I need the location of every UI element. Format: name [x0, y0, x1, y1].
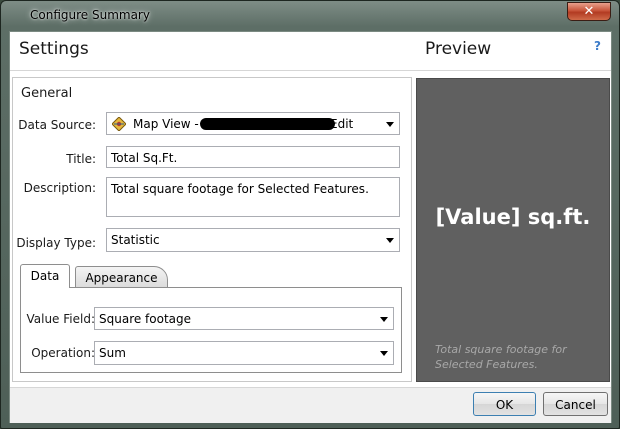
- window-title: Configure Summary: [30, 8, 150, 22]
- description-value: Total square footage for Selected Featur…: [111, 182, 369, 196]
- operation-value: Sum: [99, 346, 126, 360]
- display-type-label: Display Type:: [16, 236, 96, 250]
- cancel-button[interactable]: Cancel: [543, 392, 608, 416]
- data-source-dropdown[interactable]: Map View - Edit: [106, 112, 400, 135]
- title-label: Title:: [66, 152, 96, 166]
- close-icon: ✕: [583, 4, 595, 19]
- preview-value: [Value] sq.ft.: [435, 205, 591, 229]
- data-tab-panel: Value Field: Square footage Operation: S…: [20, 287, 402, 373]
- title-bar[interactable]: Configure Summary ✕: [1, 1, 619, 31]
- preview-description: Total square footage for Selected Featur…: [435, 343, 567, 371]
- tab-appearance[interactable]: Appearance: [75, 266, 168, 288]
- settings-panel: General Data Source: Map View - Edit Tit…: [12, 77, 412, 382]
- ok-button[interactable]: OK: [473, 392, 536, 416]
- display-type-dropdown[interactable]: Statistic: [106, 228, 400, 252]
- chevron-down-icon: [386, 238, 394, 243]
- tab-appearance-label: Appearance: [85, 271, 158, 285]
- close-button[interactable]: ✕: [567, 2, 611, 21]
- redacted-region: [200, 118, 335, 130]
- map-view-icon: [112, 117, 126, 131]
- cancel-button-label: Cancel: [555, 398, 596, 412]
- description-field[interactable]: Total square footage for Selected Featur…: [106, 177, 400, 217]
- chevron-down-icon: [380, 351, 388, 356]
- tab-data[interactable]: Data: [20, 264, 70, 288]
- display-type-value: Statistic: [111, 233, 160, 247]
- preview-panel: [Value] sq.ft. Total square footage for …: [416, 78, 610, 382]
- dialog-content: Settings Preview ? General Data Source: …: [9, 31, 612, 423]
- description-label: Description:: [23, 181, 96, 195]
- settings-heading: Settings: [19, 39, 89, 59]
- header: Settings Preview ?: [10, 32, 611, 71]
- title-field[interactable]: Total Sq.Ft.: [106, 146, 400, 168]
- title-value: Total Sq.Ft.: [111, 151, 178, 165]
- operation-dropdown[interactable]: Sum: [94, 341, 394, 365]
- dialog-footer: OK Cancel: [10, 387, 611, 423]
- tab-data-label: Data: [30, 269, 60, 283]
- dialog-window: Configure Summary ✕ Settings Preview ? G…: [0, 0, 620, 429]
- ok-button-label: OK: [495, 398, 514, 412]
- data-source-value-suffix: Edit: [330, 117, 354, 131]
- help-icon[interactable]: ?: [594, 39, 601, 53]
- general-heading: General: [21, 86, 73, 101]
- data-source-label: Data Source:: [18, 118, 96, 132]
- operation-label: Operation:: [31, 346, 95, 360]
- value-field-value: Square footage: [99, 312, 192, 326]
- data-source-value: Map View -: [133, 117, 199, 131]
- value-field-dropdown[interactable]: Square footage: [94, 307, 394, 330]
- chevron-down-icon: [386, 122, 394, 127]
- preview-heading: Preview: [425, 39, 492, 59]
- value-field-label: Value Field:: [26, 312, 95, 326]
- chevron-down-icon: [380, 317, 388, 322]
